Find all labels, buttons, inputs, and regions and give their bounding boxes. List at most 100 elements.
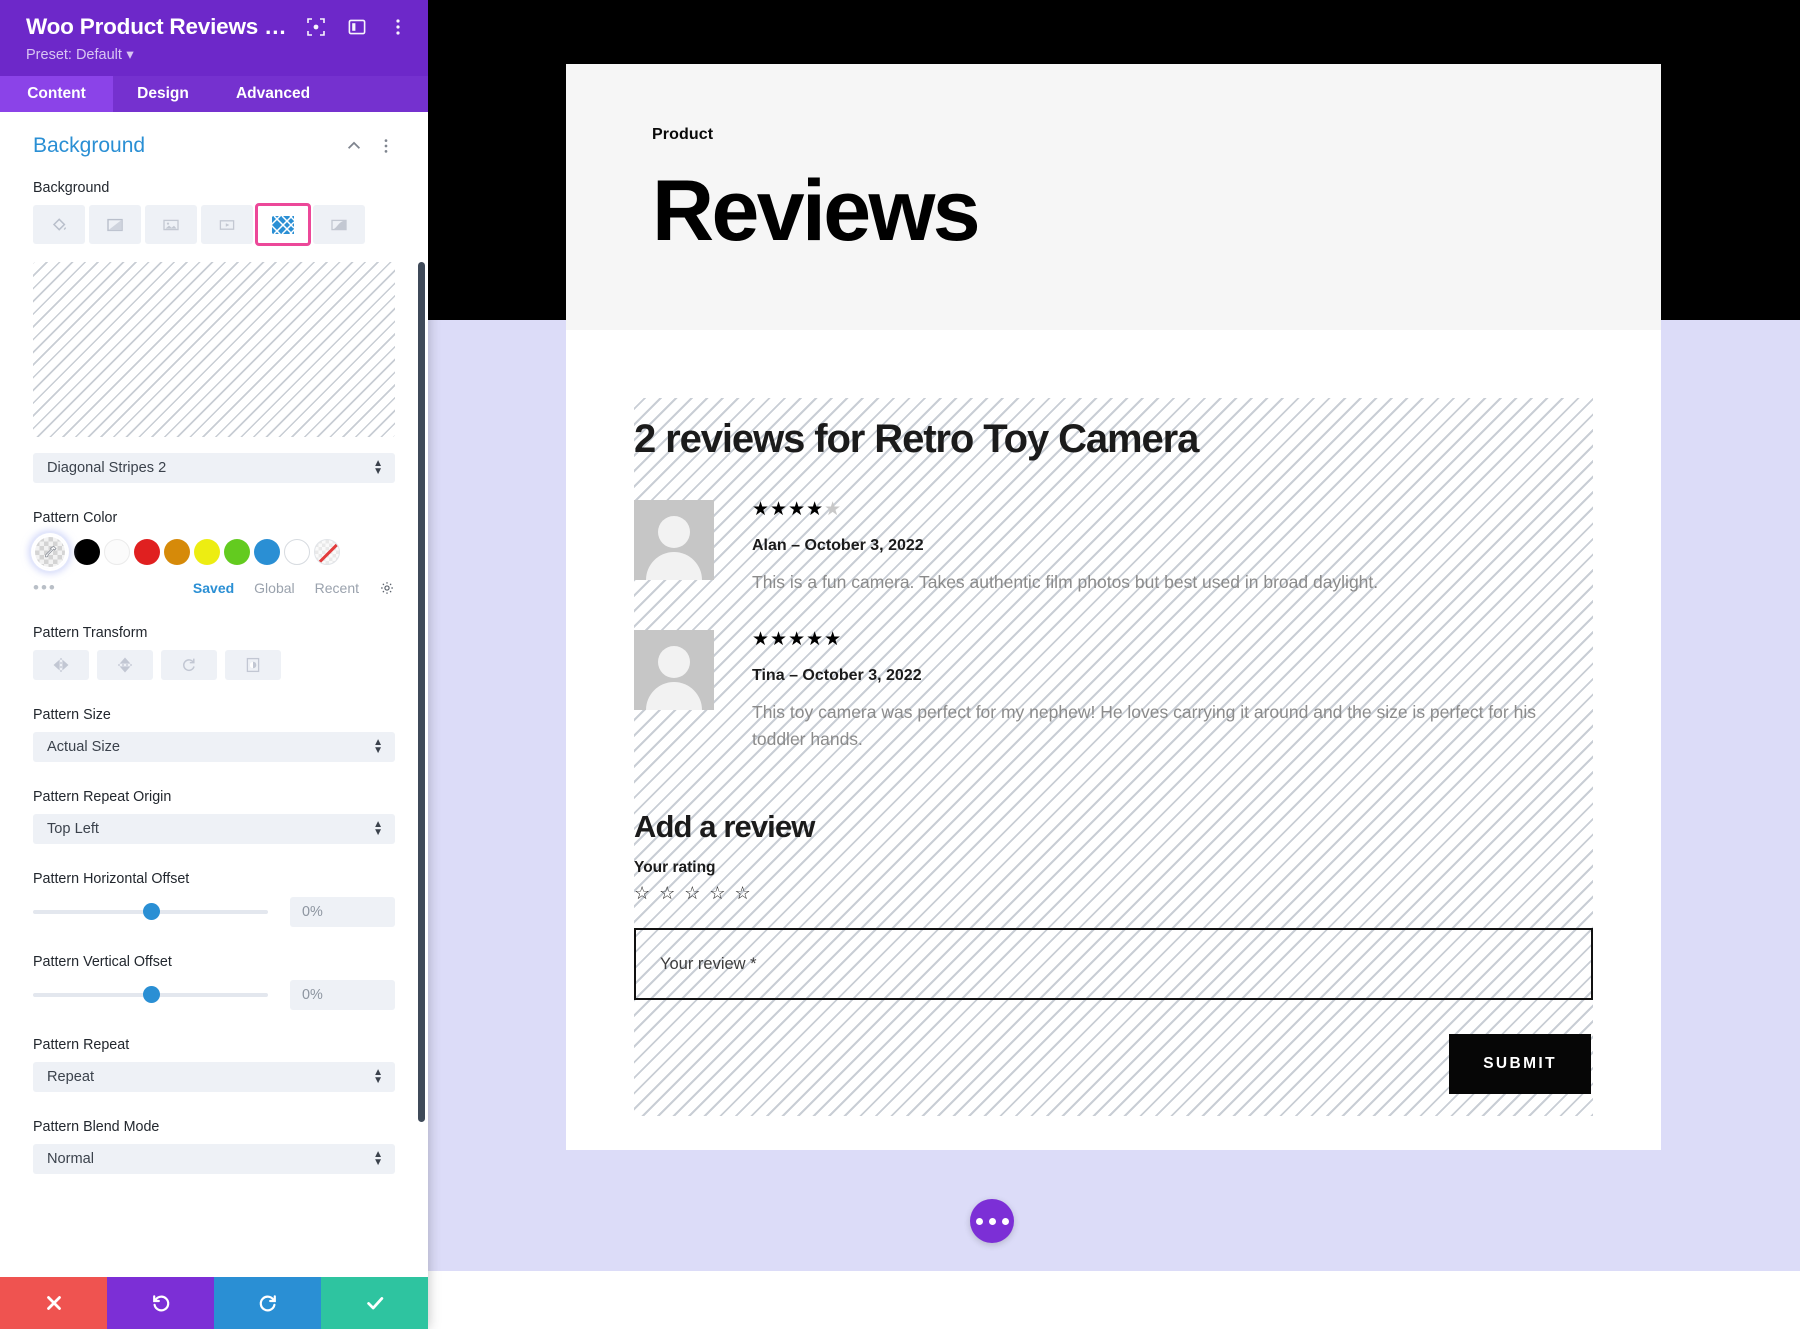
flip-horizontal-icon[interactable]: [33, 650, 89, 680]
redo-button[interactable]: [214, 1277, 321, 1329]
tab-advanced[interactable]: Advanced: [213, 76, 333, 112]
panel-header: Woo Product Reviews Setti… Preset: Defau…: [0, 0, 428, 76]
swatch-none[interactable]: [314, 539, 340, 565]
pattern-color-footer: ••• Saved Global Recent: [33, 578, 395, 598]
swatch-orange[interactable]: [164, 539, 190, 565]
background-gradient-icon[interactable]: [89, 205, 141, 244]
avatar: [634, 630, 714, 711]
swatch-red[interactable]: [134, 539, 160, 565]
pattern-transform-label: Pattern Transform: [33, 625, 148, 641]
background-section-header: Background: [33, 134, 395, 158]
undo-button[interactable]: [107, 1277, 214, 1329]
pattern-size-value: Actual Size: [47, 739, 121, 755]
swatch-green[interactable]: [224, 539, 250, 565]
swatch-black[interactable]: [74, 539, 100, 565]
more-vertical-icon[interactable]: [377, 137, 395, 155]
color-tab-saved[interactable]: Saved: [193, 580, 234, 596]
review-separator: –: [791, 537, 801, 554]
pattern-size-label: Pattern Size: [33, 707, 111, 723]
flip-vertical-icon[interactable]: [97, 650, 153, 680]
swatch-white[interactable]: [104, 539, 130, 565]
color-tab-global[interactable]: Global: [254, 580, 294, 596]
background-pattern-icon[interactable]: [255, 203, 311, 246]
rating-stars: ★★★★★: [752, 629, 843, 651]
product-reviews-page: Product Reviews 2 reviews for Retro Toy …: [566, 64, 1661, 1151]
rating-stars: ★★★★★: [752, 499, 843, 520]
avatar: [634, 500, 714, 580]
select-arrows-icon: ▲ ▼: [373, 737, 383, 756]
close-icon: [46, 1296, 61, 1310]
more-vertical-icon[interactable]: [388, 17, 408, 37]
hero-kicker: Product: [652, 126, 714, 143]
focus-icon[interactable]: [306, 17, 326, 37]
background-type-row: [33, 203, 395, 246]
rating-input[interactable]: ☆ ☆ ☆ ☆ ☆: [634, 883, 1593, 904]
pattern-size-select[interactable]: Actual Size ▲ ▼: [33, 732, 395, 762]
review-text: This toy camera was perfect for my nephe…: [752, 702, 1536, 750]
background-color-icon[interactable]: [33, 205, 85, 244]
pattern-vertical-offset-label: Pattern Vertical Offset: [33, 954, 172, 970]
rotate-icon[interactable]: [161, 650, 217, 680]
swatch-empty[interactable]: [284, 539, 310, 565]
select-arrows-icon: ▲ ▼: [373, 1067, 383, 1086]
submit-button[interactable]: SUBMIT: [1449, 1034, 1591, 1095]
more-colors-dots[interactable]: •••: [33, 578, 93, 598]
invert-icon[interactable]: [225, 650, 281, 680]
gear-icon[interactable]: [379, 580, 395, 596]
preview-stage: Product Reviews 2 reviews for Retro Toy …: [428, 0, 1800, 1329]
swatch-yellow[interactable]: [194, 539, 220, 565]
pattern-repeat-origin-value: Top Left: [47, 821, 99, 837]
review-date: October 3, 2022: [802, 667, 922, 685]
color-tab-recent[interactable]: Recent: [315, 580, 359, 596]
save-button[interactable]: [321, 1277, 428, 1329]
chevron-up-icon[interactable]: [345, 137, 363, 155]
review-textarea[interactable]: Your review *: [634, 928, 1593, 1001]
horizontal-offset-slider[interactable]: [33, 903, 268, 920]
vertical-offset-input[interactable]: 0%: [290, 980, 395, 1010]
tab-content[interactable]: Content: [0, 76, 113, 112]
pattern-select-value: Diagonal Stripes 2: [47, 460, 167, 476]
panel-scrollbar[interactable]: [418, 262, 425, 1122]
background-video-icon[interactable]: [201, 205, 253, 244]
review-separator: –: [789, 667, 798, 685]
panel-tabs: Content Design Advanced: [0, 76, 428, 112]
select-arrows-icon: ▲ ▼: [373, 458, 383, 477]
pattern-blend-mode-select[interactable]: Normal ▲ ▼: [33, 1144, 395, 1174]
page-settings-fab[interactable]: [970, 1199, 1014, 1243]
check-icon: [366, 1297, 383, 1310]
swatch-blue[interactable]: [254, 539, 280, 565]
pattern-repeat-select[interactable]: Repeat ▲ ▼: [33, 1062, 395, 1092]
tab-design[interactable]: Design: [113, 76, 213, 112]
pattern-transform-buttons: [33, 650, 395, 680]
preview-footer-strip: [428, 1271, 1800, 1329]
slider-knob[interactable]: [142, 986, 160, 1003]
review-meta: Alan – October 3, 2022: [752, 537, 1593, 555]
pattern-repeat-origin-select[interactable]: Top Left ▲ ▼: [33, 814, 395, 844]
chevron-down-icon: ▾: [126, 47, 134, 63]
background-image-icon[interactable]: [145, 205, 197, 244]
swatch-color-picker[interactable]: [33, 535, 67, 569]
slider-knob[interactable]: [142, 903, 160, 920]
reviews-striped-panel: 2 reviews for Retro Toy Camera ★★★★★ Ala…: [634, 398, 1593, 1117]
panel-scroll-region: Background Background Diagonal Stripes 2…: [0, 112, 428, 1277]
pattern-horizontal-offset-label: Pattern Horizontal Offset: [33, 871, 190, 887]
pattern-repeat-label: Pattern Repeat: [33, 1037, 130, 1053]
redo-icon: [259, 1295, 276, 1312]
page-hero: Product Reviews: [566, 64, 1661, 330]
vertical-offset-slider[interactable]: [33, 986, 268, 1003]
background-mask-icon[interactable]: [313, 205, 365, 244]
horizontal-offset-input[interactable]: 0%: [290, 897, 395, 927]
section-title: Background: [33, 134, 146, 157]
review-date: October 3, 2022: [804, 537, 924, 554]
preset-row[interactable]: Preset: Default ▾: [26, 46, 408, 64]
pattern-select[interactable]: Diagonal Stripes 2 ▲ ▼: [33, 453, 395, 483]
preset-label: Preset: Default: [26, 47, 122, 63]
pattern-color-swatches: [33, 535, 395, 569]
cancel-button[interactable]: [0, 1277, 107, 1329]
review-author: Tina: [752, 667, 785, 685]
review-textarea-placeholder: Your review *: [660, 954, 757, 973]
undo-icon: [152, 1295, 169, 1312]
pattern-repeat-origin-label: Pattern Repeat Origin: [33, 789, 172, 805]
pattern-vertical-offset-row: 0%: [33, 980, 395, 1010]
layout-icon[interactable]: [347, 17, 367, 37]
